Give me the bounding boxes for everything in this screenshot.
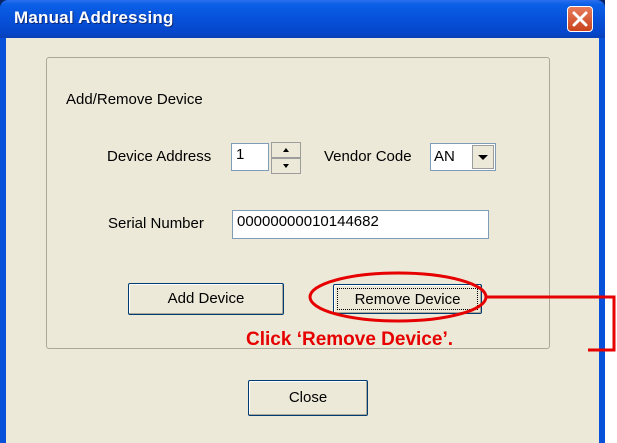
annotation-callout: Click ‘Remove Device’. (246, 329, 453, 350)
highlight-ellipse (308, 271, 488, 323)
annotation-overlay (308, 271, 616, 352)
callout-connector-line (486, 295, 616, 352)
